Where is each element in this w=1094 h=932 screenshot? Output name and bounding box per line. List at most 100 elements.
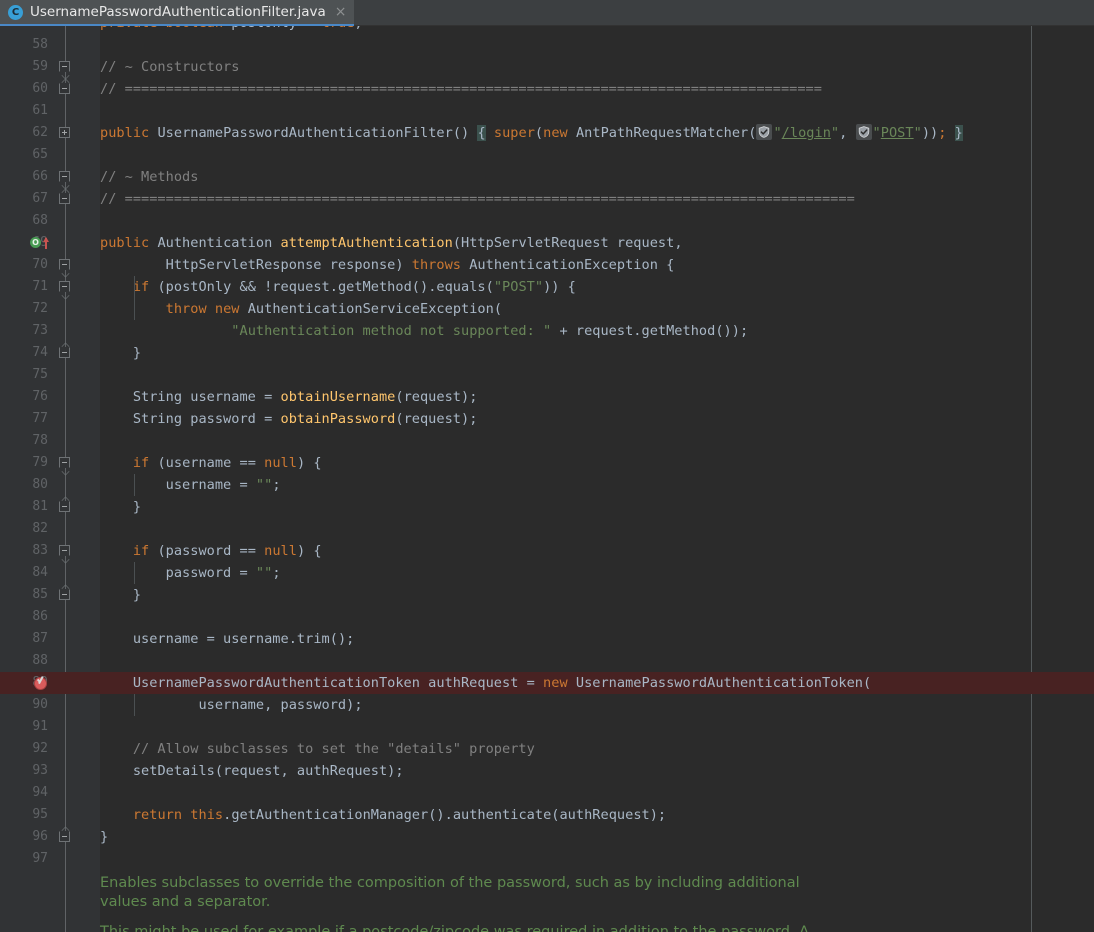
code-line-60: 60 // ==================================…	[0, 78, 1094, 100]
close-icon[interactable]: ×	[335, 5, 347, 19]
code-line-96: 96 }	[0, 826, 1094, 848]
code-line-94: 94	[0, 782, 1094, 804]
code-line-72: 72 throw new AuthenticationServiceExcept…	[0, 298, 1094, 320]
java-class-icon: C	[8, 4, 23, 20]
line-number: 84	[32, 565, 48, 580]
code-line-66: 66 // ~ Methods	[0, 166, 1094, 188]
fold-toggle-icon[interactable]	[59, 457, 72, 470]
code-line-76: 76 String username = obtainUsername(requ…	[0, 386, 1094, 408]
code-text: private boolean postOnly = true;	[100, 26, 363, 34]
code-text: username, password);	[100, 697, 363, 713]
code-line-89: 89 UsernamePasswordAuthenticationToken a…	[0, 672, 1094, 694]
code-line-59: 59 // ~ Constructors	[0, 56, 1094, 78]
line-number: 81	[32, 499, 48, 514]
line-number: 88	[32, 653, 48, 668]
code-line-97: 97	[0, 848, 1094, 870]
line-number: 85	[32, 587, 48, 602]
line-number: 65	[32, 147, 48, 162]
override-badge: O	[30, 237, 41, 248]
code-text: setDetails(request, authRequest);	[132, 763, 404, 779]
fold-toggle-icon[interactable]	[59, 259, 72, 272]
fold-toggle-icon[interactable]	[59, 193, 72, 206]
code-line-79: 79 if (username == null) {	[0, 452, 1094, 474]
code-text: String password = obtainPassword(request…	[100, 411, 478, 427]
code-line-80: 80 username = "";	[0, 474, 1094, 496]
line-number: 79	[32, 455, 48, 470]
code-line-70: 70 HttpServletResponse response) throws …	[0, 254, 1094, 276]
code-lines: 58 59 // ~ Constructors 60 // ==========…	[0, 34, 1094, 870]
code-line-84: 84 password = "";	[0, 562, 1094, 584]
fold-toggle-icon[interactable]	[59, 347, 72, 360]
indent-guide	[134, 562, 135, 584]
fold-toggle-icon[interactable]	[59, 61, 72, 74]
code-text: }	[100, 345, 142, 361]
line-number: 73	[32, 323, 48, 338]
javadoc-line: values and a separator.	[100, 893, 271, 910]
editor-tab-bar: C UsernamePasswordAuthenticationFilter.j…	[0, 0, 1094, 26]
code-text: if (username == null) {	[132, 455, 322, 471]
code-text: username = "";	[100, 477, 281, 493]
fold-toggle-icon[interactable]	[59, 171, 72, 184]
code-text: }	[100, 829, 109, 845]
line-number: 92	[32, 741, 48, 756]
code-line-65: 65	[0, 144, 1094, 166]
overriding-method-icon[interactable]: O	[30, 236, 54, 250]
code-editor[interactable]: 57 private boolean postOnly = true; 58 5…	[0, 26, 1094, 932]
code-line-74: 74 }	[0, 342, 1094, 364]
line-number: 83	[32, 543, 48, 558]
line-number: 60	[32, 81, 48, 96]
fold-toggle-icon[interactable]	[59, 545, 72, 558]
line-number: 61	[32, 103, 48, 118]
code-line-77: 77 String password = obtainPassword(requ…	[0, 408, 1094, 430]
code-line-75: 75	[0, 364, 1094, 386]
line-number: 93	[32, 763, 48, 778]
breakpoint-verified-icon[interactable]	[34, 676, 49, 691]
line-number: 77	[32, 411, 48, 426]
line-number: 58	[32, 37, 48, 52]
line-number: 90	[32, 697, 48, 712]
code-line-86: 86	[0, 606, 1094, 628]
fold-toggle-icon[interactable]	[59, 589, 72, 602]
line-number: 87	[32, 631, 48, 646]
code-text: if (postOnly && !request.getMethod().equ…	[132, 279, 576, 295]
code-line-90: 90 username, password);	[0, 694, 1094, 716]
line-number: 68	[32, 213, 48, 228]
code-text: public Authentication attemptAuthenticat…	[100, 235, 683, 251]
fold-toggle-icon[interactable]	[59, 501, 72, 514]
line-number: 80	[32, 477, 48, 492]
code-line-61: 61	[0, 100, 1094, 122]
code-line-92: 92 // Allow subclasses to set the "detai…	[0, 738, 1094, 760]
code-text: HttpServletResponse response) throws Aut…	[100, 257, 675, 273]
code-text: // ~ Methods	[100, 169, 199, 185]
code-line-82: 82	[0, 518, 1094, 540]
up-arrow-icon	[42, 236, 49, 249]
tab-title: UsernamePasswordAuthenticationFilter.jav…	[30, 4, 326, 20]
security-shield-icon[interactable]	[756, 124, 773, 140]
code-text: return this.getAuthenticationManager().a…	[132, 807, 667, 823]
line-number: 62	[32, 125, 48, 140]
javadoc-comment-block: Enables subclasses to override the compo…	[100, 874, 900, 932]
line-number: 91	[32, 719, 48, 734]
indent-guide	[134, 694, 135, 716]
code-line-93: 93 setDetails(request, authRequest);	[0, 760, 1094, 782]
line-number: 74	[32, 345, 48, 360]
code-text: if (password == null) {	[132, 543, 322, 559]
code-line-88: 88	[0, 650, 1094, 672]
javadoc-line: Enables subclasses to override the compo…	[100, 875, 800, 891]
code-line-78: 78	[0, 430, 1094, 452]
fold-toggle-icon[interactable]	[59, 831, 72, 844]
code-line-83: 83 if (password == null) {	[0, 540, 1094, 562]
line-number: 96	[32, 829, 48, 844]
editor-tab-active[interactable]: C UsernamePasswordAuthenticationFilter.j…	[0, 0, 355, 26]
line-number: 97	[32, 851, 48, 866]
code-text: // =====================================…	[100, 81, 822, 97]
code-line-62: 62 public UsernamePasswordAuthentication…	[0, 122, 1094, 144]
indent-guide	[134, 276, 135, 320]
fold-toggle-icon[interactable]	[59, 83, 72, 96]
line-number: 72	[32, 301, 48, 316]
fold-toggle-icon[interactable]	[59, 281, 72, 294]
security-shield-icon[interactable]	[855, 124, 872, 140]
code-line-81: 81 }	[0, 496, 1094, 518]
line-number: 94	[32, 785, 48, 800]
fold-expand-icon[interactable]	[59, 127, 72, 140]
